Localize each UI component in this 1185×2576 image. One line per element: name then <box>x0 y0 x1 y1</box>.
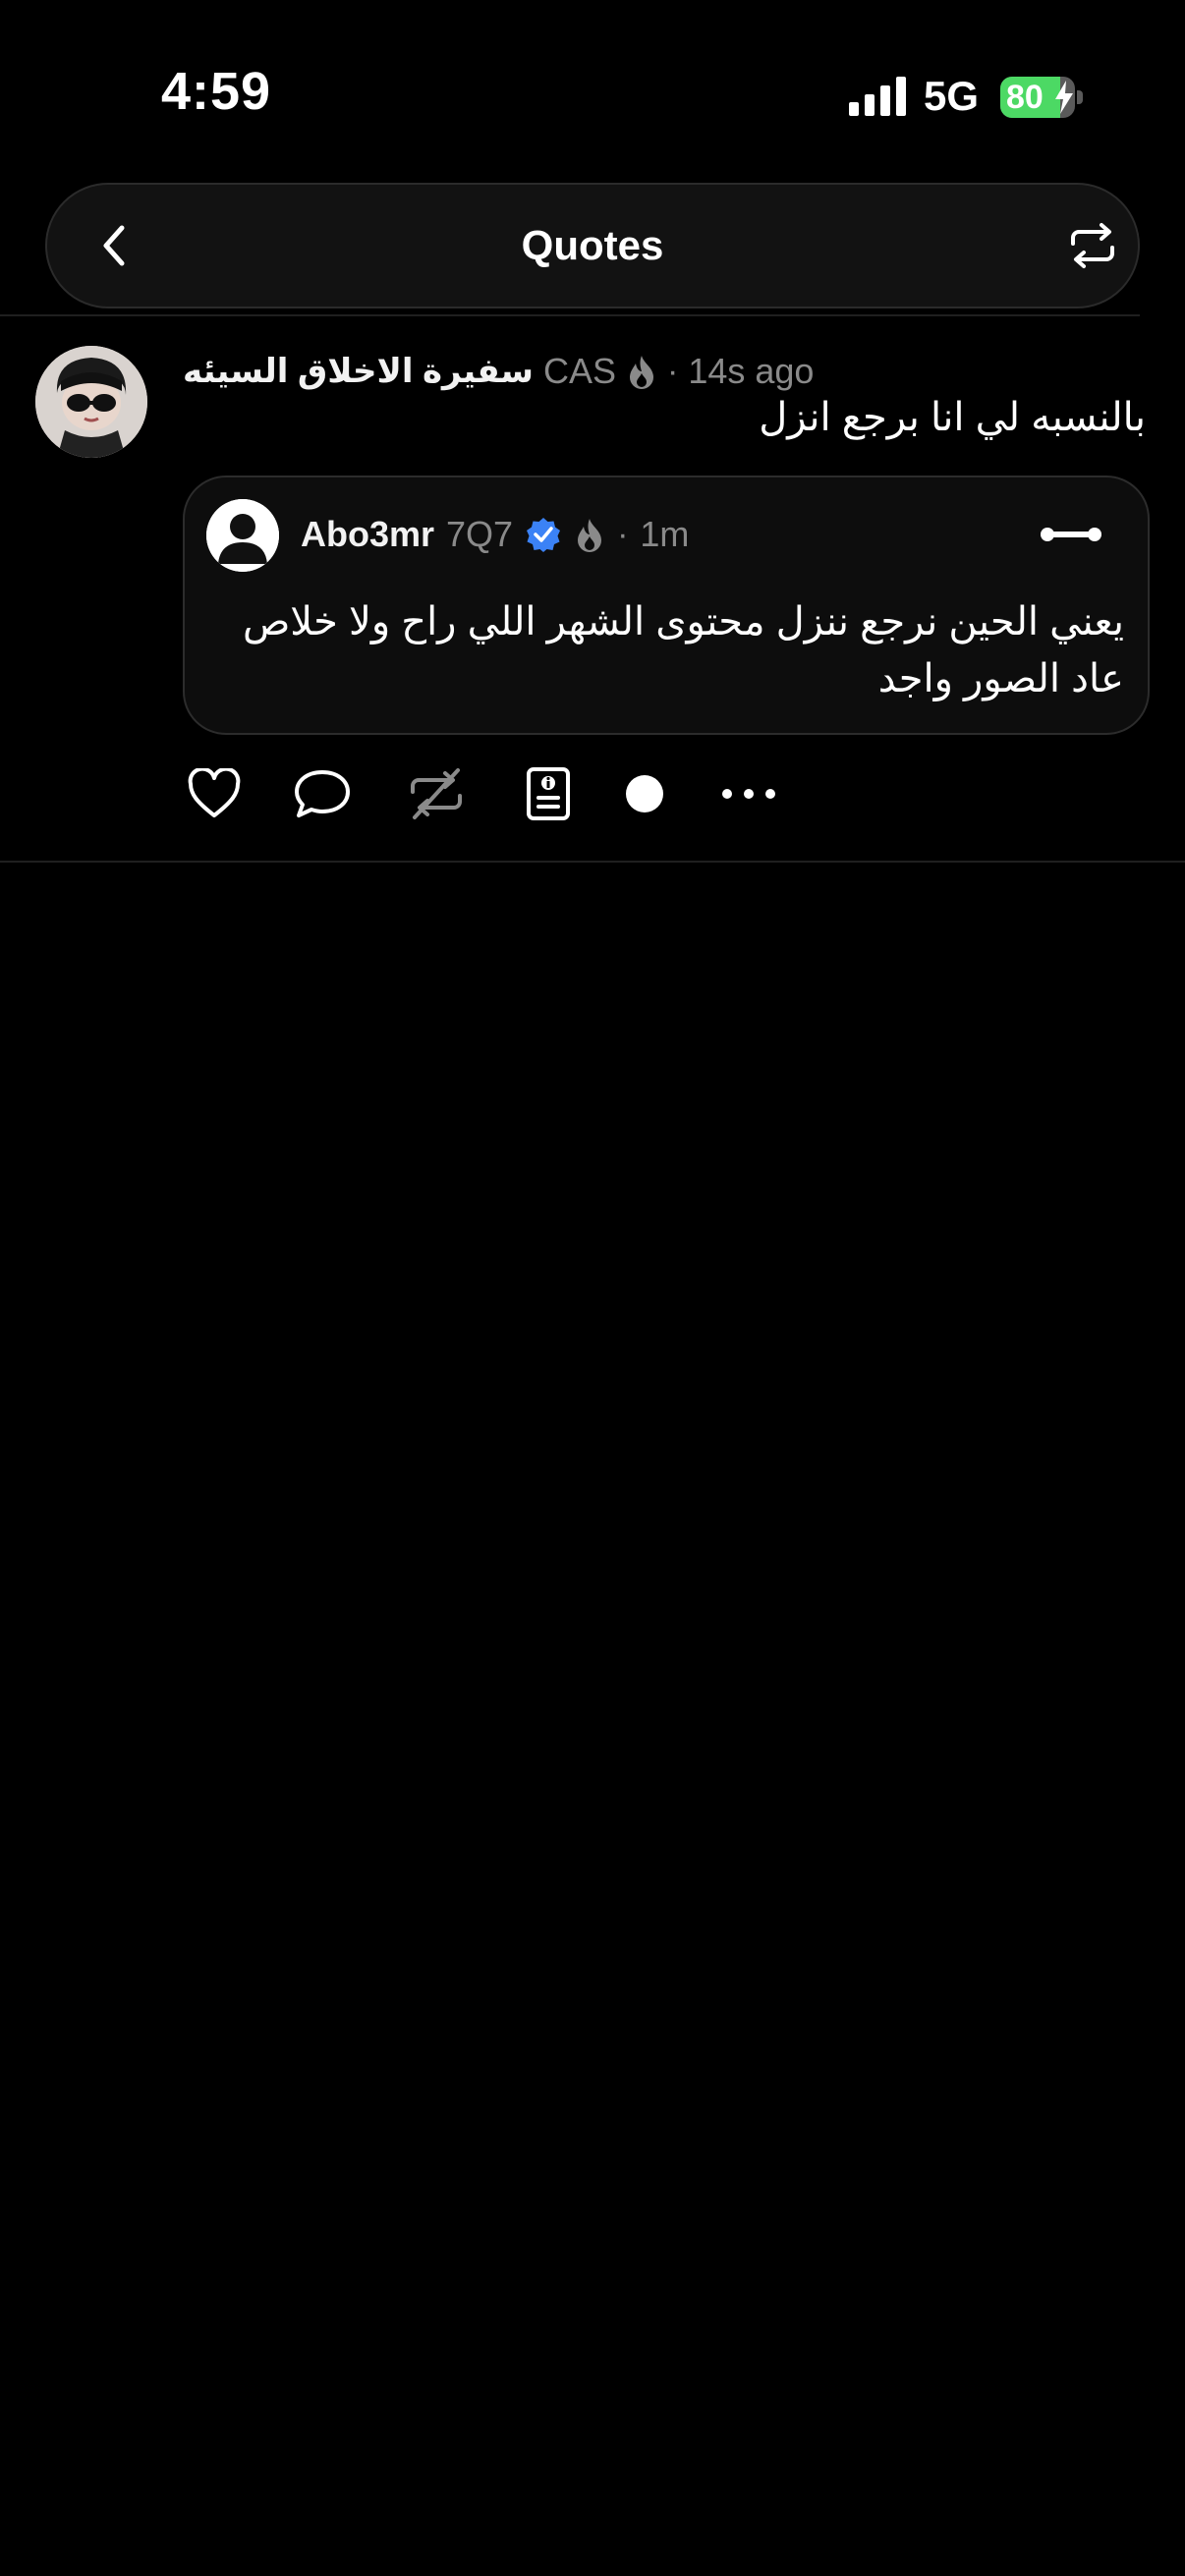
quote-time: 1m <box>640 514 690 554</box>
comment-icon <box>295 770 350 817</box>
meta-separator: · <box>667 352 679 390</box>
header-bar: Quotes <box>45 183 1140 308</box>
repost-button-disabled[interactable] <box>405 762 468 825</box>
status-bar: 4:59 5G 80 <box>0 0 1185 177</box>
verified-badge-icon <box>527 518 561 552</box>
flame-icon <box>630 356 654 389</box>
more-icon <box>722 789 775 799</box>
comment-button[interactable] <box>291 762 354 825</box>
status-dot-button[interactable] <box>613 762 676 825</box>
repost-icon <box>1071 223 1114 268</box>
quote-author-avatar[interactable] <box>206 499 279 572</box>
like-button[interactable] <box>183 762 246 825</box>
quote-meta: Abo3mr 7Q7 · 1m <box>301 507 689 562</box>
page-title: Quotes <box>521 222 664 268</box>
more-options-button[interactable] <box>717 762 780 825</box>
divider <box>0 314 1140 316</box>
post-time: 14s ago <box>688 351 815 391</box>
flame-icon <box>578 519 602 552</box>
default-avatar-icon <box>206 499 279 572</box>
info-card-icon <box>527 767 570 820</box>
meta-separator: · <box>617 515 629 553</box>
post-text: بالنسبه لي انا برجع انزل <box>759 396 1146 439</box>
repost-disabled-icon <box>411 768 462 819</box>
post-meta: سفيرة الاخلاق السيئه CAS · 14s ago <box>183 348 814 395</box>
status-time: 4:59 <box>161 62 272 121</box>
heart-icon <box>188 768 241 817</box>
battery-icon: 80 <box>1000 77 1083 118</box>
battery-percent: 80 <box>1006 79 1044 116</box>
dot-icon <box>626 775 663 812</box>
quote-text: يعني الحين نرجع ننزل محتوى الشهر اللي را… <box>242 600 1124 700</box>
info-card-button[interactable] <box>517 762 580 825</box>
network-label: 5G <box>924 73 980 119</box>
divider <box>0 861 1185 863</box>
quote-options-icon[interactable] <box>1040 519 1102 550</box>
quote-author-name[interactable]: Abo3mr <box>301 514 434 555</box>
signal-icon <box>849 77 906 116</box>
repost-button[interactable] <box>1065 218 1120 273</box>
charging-bolt-icon <box>1055 81 1073 114</box>
author-name[interactable]: سفيرة الاخلاق السيئه <box>183 352 534 391</box>
post-actions <box>183 762 792 825</box>
author-avatar[interactable] <box>35 346 147 458</box>
quoted-post-card[interactable]: Abo3mr 7Q7 · 1m يعني الحين نرجع ننزل محت… <box>183 476 1150 735</box>
quote-author-tag: 7Q7 <box>446 514 514 554</box>
author-tag: CAS <box>542 351 617 391</box>
avatar-image <box>35 346 147 458</box>
